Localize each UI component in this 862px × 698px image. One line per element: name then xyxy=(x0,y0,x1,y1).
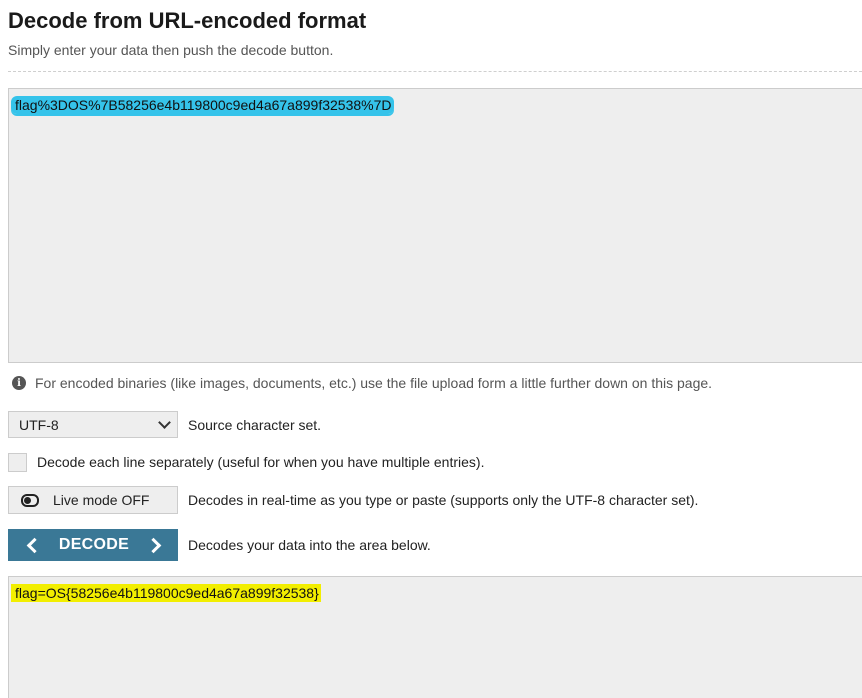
input-text: flag%3DOS%7B58256e4b119800c9ed4a67a899f3… xyxy=(11,96,394,114)
decode-page: Decode from URL-encoded format Simply en… xyxy=(0,0,862,698)
each-line-row: Decode each line separately (useful for … xyxy=(8,452,484,472)
header-divider xyxy=(8,71,862,72)
page-subtitle: Simply enter your data then push the dec… xyxy=(8,42,334,58)
file-upload-hint-text: For encoded binaries (like images, docum… xyxy=(35,375,713,391)
decode-row: DECODE Decodes your data into the area b… xyxy=(8,529,431,561)
live-mode-button[interactable]: Live mode OFF xyxy=(8,486,178,514)
output-textarea[interactable]: flag=OS{58256e4b119800c9ed4a67a899f32538… xyxy=(8,576,862,698)
chevron-left-icon xyxy=(26,537,43,553)
charset-row: UTF-8 Source character set. xyxy=(8,411,321,438)
toggle-off-icon xyxy=(21,493,39,507)
info-circle-icon: i xyxy=(12,376,26,390)
live-mode-button-label: Live mode OFF xyxy=(53,492,150,508)
charset-selected-value: UTF-8 xyxy=(19,416,59,433)
decode-button[interactable]: DECODE xyxy=(8,529,178,561)
chevron-down-icon xyxy=(158,416,171,429)
decode-description: Decodes your data into the area below. xyxy=(188,537,431,553)
charset-select[interactable]: UTF-8 xyxy=(8,411,178,438)
charset-label: Source character set. xyxy=(188,416,322,433)
file-upload-hint: i For encoded binaries (like images, doc… xyxy=(12,375,712,391)
live-mode-row: Live mode OFF Decodes in real-time as yo… xyxy=(8,486,698,514)
each-line-label[interactable]: Decode each line separately (useful for … xyxy=(37,454,484,470)
input-textarea[interactable]: flag%3DOS%7B58256e4b119800c9ed4a67a899f3… xyxy=(8,88,862,363)
chevron-right-icon xyxy=(145,537,162,553)
output-text: flag=OS{58256e4b119800c9ed4a67a899f32538… xyxy=(11,584,321,602)
decode-button-label: DECODE xyxy=(58,536,130,553)
live-mode-description: Decodes in real-time as you type or past… xyxy=(188,492,699,508)
each-line-checkbox[interactable] xyxy=(8,452,27,472)
page-title: Decode from URL-encoded format xyxy=(8,8,367,33)
